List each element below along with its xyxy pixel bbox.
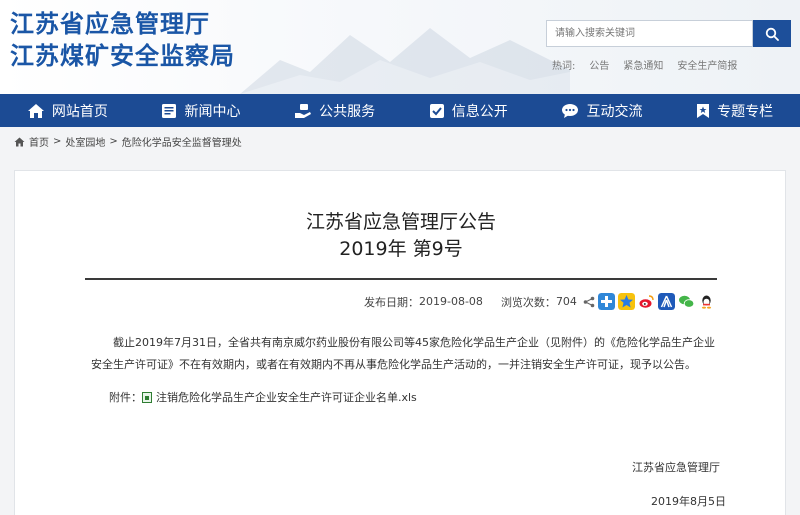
excel-file-icon [142,391,152,403]
article-title: 江苏省应急管理厅公告 [305,211,496,233]
renren-icon[interactable] [657,293,675,310]
weibo-icon[interactable] [637,293,655,310]
nav-item-special-topics[interactable]: 专题专栏 [696,101,773,121]
nav-item-label: 信息公开 [451,103,508,120]
hotword-link[interactable]: 紧急通知 [623,57,663,72]
main-nav: 网站首页 新闻中心 公共服务 信息公开 互动交流 专题专栏 [0,94,800,127]
nav-item-label: 网站首页 [51,103,108,120]
signature-date: 2019年8月5日 [651,495,726,508]
hotword-link[interactable]: 公告 [589,57,609,72]
nav-item-label: 新闻中心 [184,103,241,120]
qq-icon[interactable] [697,293,715,310]
hotword-link[interactable]: 安全生产简报 [677,57,737,72]
nav-item-info-disclosure[interactable]: 信息公开 [429,101,508,121]
search-input[interactable] [546,20,753,47]
plus-share-icon[interactable] [597,293,615,310]
nav-item-news[interactable]: 新闻中心 [161,101,240,121]
views-label: 浏览次数： [500,295,556,309]
views-count: 704 [555,295,577,308]
article-body: 截止2019年7月31日，全省共有南京威尔药业股份有限公司等45家危险化学品生产… [91,336,715,371]
site-header: 江苏省应急管理厅 江苏煤矿安全监察局 热词: 公告 紧急通知 安全生产简报 [0,0,800,94]
signature-organization: 江苏省应急管理厅 [632,461,720,474]
attachment-label: 附件： [109,391,142,404]
share-icon[interactable] [583,296,595,308]
qzone-icon[interactable] [617,293,635,310]
site-logo-subtitle[interactable]: 江苏煤矿安全监察局 [10,42,235,70]
article-meta: 发布日期： 2019-08-08 浏览次数： 704 [364,293,715,310]
hotwords-label: 热词: [552,61,576,72]
home-icon [14,137,25,146]
breadcrumb-separator: > [109,136,118,147]
breadcrumb-current-link[interactable]: 危险化学品安全监督管理处 [122,134,242,149]
service-hand-icon [295,103,312,118]
wechat-icon[interactable] [677,293,695,310]
nav-item-public-service[interactable]: 公共服务 [294,101,375,121]
chat-icon [562,103,579,118]
nav-item-label: 互动交流 [586,103,643,120]
breadcrumb: 首页 > 处室园地 > 危险化学品安全监督管理处 [14,134,242,149]
breadcrumb-separator: > [53,136,62,147]
site-logo-title[interactable]: 江苏省应急管理厅 [10,10,210,38]
nav-item-interaction[interactable]: 互动交流 [561,101,642,121]
nav-item-home[interactable]: 网站首页 [27,101,108,121]
attachment-link[interactable]: 注销危险化学品生产企业安全生产许可证企业名单.xls [156,389,417,405]
nav-item-label: 公共服务 [319,103,376,120]
share-bar [583,293,715,310]
bookmark-star-icon [697,103,710,118]
breadcrumb-home-link[interactable]: 首页 [29,134,49,149]
article-issue-number: 2019年 第9号 [339,238,463,260]
publish-date: 2019-08-08 [419,295,483,308]
search-button[interactable] [753,20,791,47]
publish-date-label: 发布日期： [364,295,419,309]
newspaper-icon [162,103,177,118]
mountain-decoration [240,28,570,94]
info-check-icon [429,103,444,118]
title-divider [85,278,717,280]
breadcrumb-section-link[interactable]: 处室园地 [65,134,105,149]
home-icon [27,103,44,118]
attachment-row: 附件： 注销危险化学品生产企业安全生产许可证企业名单.xls [109,389,417,405]
hotwords-bar: 热词: 公告 紧急通知 安全生产简报 [552,57,737,72]
article-panel: 江苏省应急管理厅公告 2019年 第9号 发布日期： 2019-08-08 浏览… [14,170,786,515]
search-icon [765,27,779,41]
nav-item-label: 专题专栏 [717,103,774,120]
